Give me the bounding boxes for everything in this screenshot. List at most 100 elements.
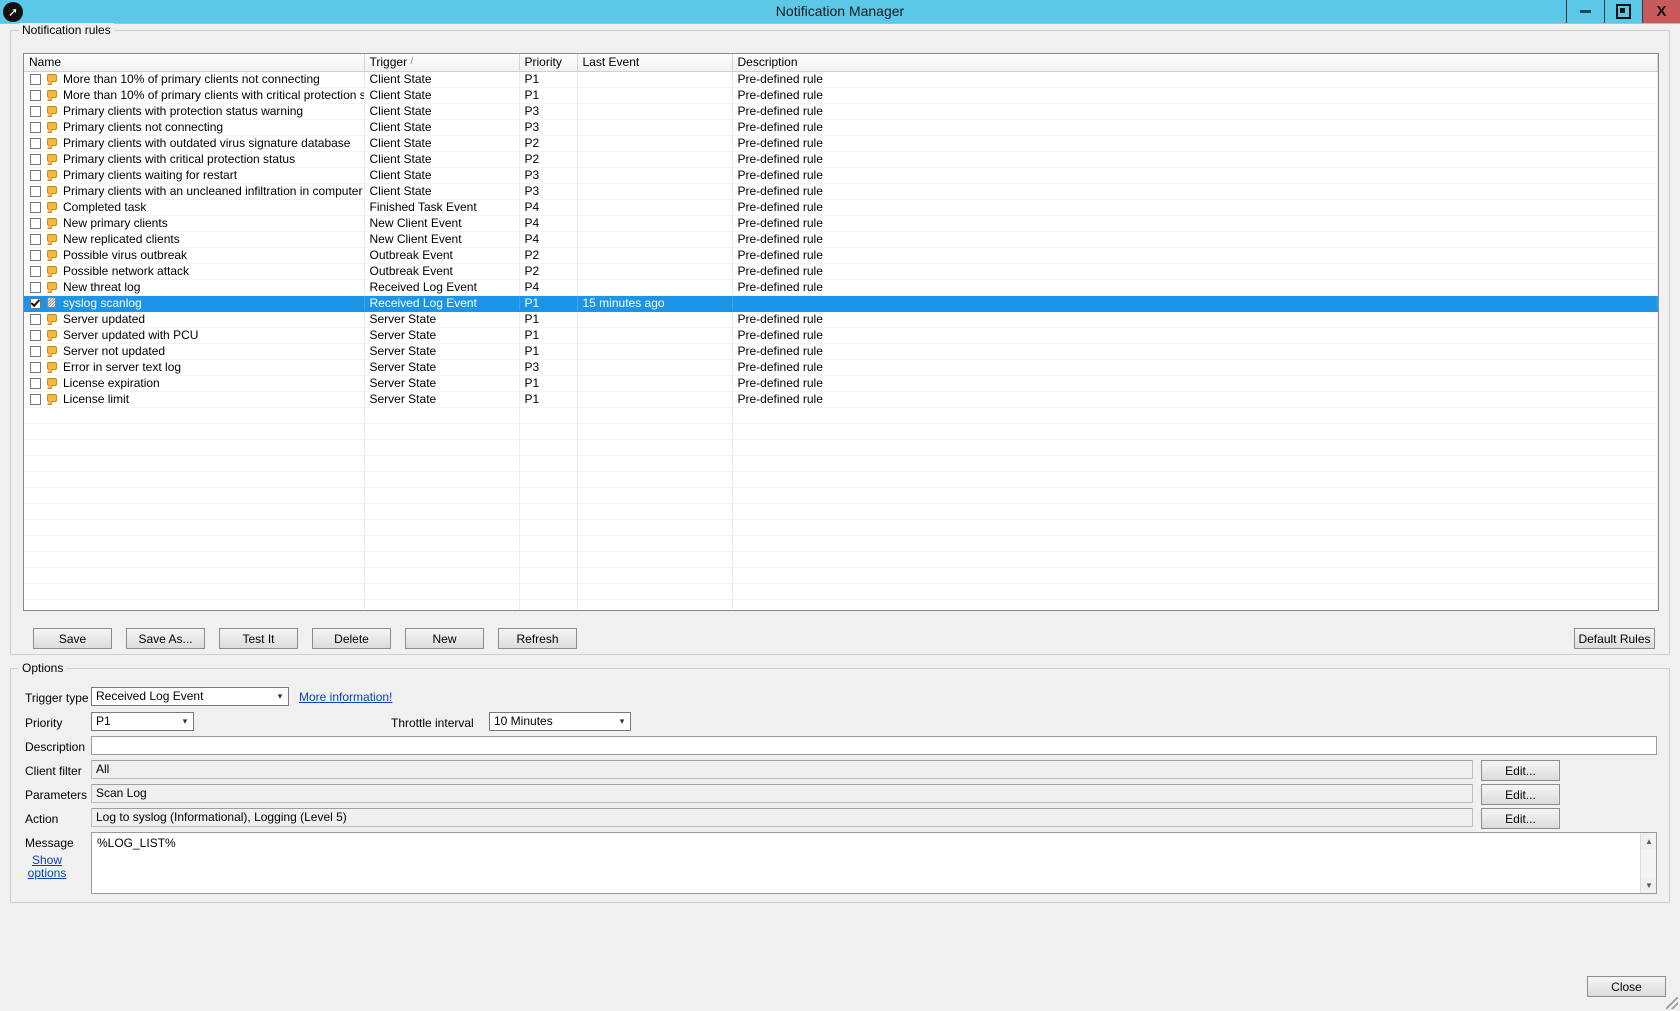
table-row[interactable]: New threat log Received Log Event P4 Pre-de… bbox=[24, 279, 1658, 296]
scroll-up-icon[interactable]: ▲ bbox=[1641, 833, 1656, 849]
column-header-trigger[interactable]: Trigger / bbox=[364, 54, 520, 72]
action-edit-button[interactable]: Edit... bbox=[1481, 808, 1560, 829]
minimize-icon[interactable] bbox=[1566, 0, 1604, 23]
rule-enabled-checkbox[interactable] bbox=[30, 233, 41, 245]
cell-name: Completed task bbox=[24, 199, 365, 216]
rule-enabled-checkbox[interactable] bbox=[30, 153, 41, 165]
close-icon[interactable]: X bbox=[1642, 0, 1680, 23]
save-button[interactable]: Save bbox=[33, 628, 112, 649]
table-row[interactable]: Primary clients with outdated virus sign… bbox=[24, 135, 1658, 152]
rule-enabled-checkbox[interactable] bbox=[30, 201, 41, 213]
rule-enabled-checkbox[interactable] bbox=[30, 73, 41, 85]
client-filter-value-box[interactable]: All bbox=[91, 760, 1473, 779]
table-row[interactable]: Server updated Server State P1 Pre-defined … bbox=[24, 311, 1658, 328]
column-header-last-event[interactable]: Last Event bbox=[577, 54, 733, 72]
table-row[interactable]: Completed task Finished Task Event P4 Pre-d… bbox=[24, 199, 1658, 216]
message-scrollbar[interactable]: ▲ ▼ bbox=[1640, 833, 1656, 893]
more-information-link[interactable]: More information! bbox=[299, 690, 392, 704]
rules-table-container[interactable]: Name Trigger / Priority Last Event Descr… bbox=[23, 53, 1659, 611]
table-row[interactable]: Primary clients waiting for restart Clien… bbox=[24, 167, 1658, 184]
column-header-priority[interactable]: Priority bbox=[519, 54, 578, 72]
column-header-name[interactable]: Name bbox=[24, 54, 365, 72]
table-row[interactable]: Primary clients with critical protection… bbox=[24, 151, 1658, 168]
table-row-empty[interactable] bbox=[24, 567, 1658, 584]
rule-name-label: License limit bbox=[63, 392, 130, 406]
table-row[interactable]: Possible network attack Outbreak Event P2 P… bbox=[24, 263, 1658, 280]
table-row-empty[interactable] bbox=[24, 455, 1658, 472]
table-row[interactable]: New primary clients New Client Event P4 Pre… bbox=[24, 215, 1658, 232]
table-row-empty[interactable] bbox=[24, 535, 1658, 552]
description-input[interactable] bbox=[91, 736, 1657, 755]
parameters-edit-button[interactable]: Edit... bbox=[1481, 784, 1560, 805]
rules-table-header: Name Trigger / Priority Last Event Descr… bbox=[24, 54, 1658, 72]
rule-enabled-checkbox[interactable] bbox=[30, 345, 41, 357]
table-row[interactable]: License limit Server State P1 Pre-defined r… bbox=[24, 391, 1658, 408]
rule-enabled-checkbox[interactable] bbox=[30, 377, 41, 389]
save-as-button[interactable]: Save As... bbox=[126, 628, 205, 649]
cell-empty bbox=[364, 503, 520, 520]
cell-priority: P2 bbox=[519, 151, 578, 168]
scroll-down-icon[interactable]: ▼ bbox=[1641, 877, 1656, 893]
cell-empty bbox=[577, 471, 733, 488]
message-value: %LOG_LIST% bbox=[97, 836, 176, 850]
rule-enabled-checkbox[interactable] bbox=[30, 297, 41, 309]
close-button[interactable]: Close bbox=[1587, 976, 1666, 997]
table-row[interactable]: Possible virus outbreak Outbreak Event P2 P… bbox=[24, 247, 1658, 264]
rule-enabled-checkbox[interactable] bbox=[30, 265, 41, 277]
table-row[interactable]: Server not updated Server State P1 Pre-defi… bbox=[24, 343, 1658, 360]
table-row-empty[interactable] bbox=[24, 599, 1658, 610]
table-row-empty[interactable] bbox=[24, 487, 1658, 504]
table-row[interactable]: Primary clients not connecting Client Sta… bbox=[24, 119, 1658, 136]
table-row-empty[interactable] bbox=[24, 471, 1658, 488]
resize-grip-icon[interactable] bbox=[1666, 997, 1678, 1009]
client-filter-edit-button[interactable]: Edit... bbox=[1481, 760, 1560, 781]
refresh-button[interactable]: Refresh bbox=[498, 628, 577, 649]
rule-enabled-checkbox[interactable] bbox=[30, 121, 41, 133]
cell-empty bbox=[577, 455, 733, 472]
rule-enabled-checkbox[interactable] bbox=[30, 137, 41, 149]
table-row-empty[interactable] bbox=[24, 551, 1658, 568]
table-row[interactable]: More than 10% of primary clients with cr… bbox=[24, 87, 1658, 104]
rule-enabled-checkbox[interactable] bbox=[30, 185, 41, 197]
table-row-empty[interactable] bbox=[24, 583, 1658, 600]
table-row[interactable]: Primary clients with an uncleaned infilt… bbox=[24, 183, 1658, 200]
rule-enabled-checkbox[interactable] bbox=[30, 249, 41, 261]
rule-enabled-checkbox[interactable] bbox=[30, 393, 41, 405]
rule-enabled-checkbox[interactable] bbox=[30, 281, 41, 293]
rule-enabled-checkbox[interactable] bbox=[30, 217, 41, 229]
test-it-button[interactable]: Test It bbox=[219, 628, 298, 649]
cell-name: Possible network attack bbox=[24, 263, 365, 280]
cell-last-event bbox=[577, 119, 733, 136]
rule-enabled-checkbox[interactable] bbox=[30, 169, 41, 181]
table-row[interactable]: Server updated with PCU Server State P1 Pre… bbox=[24, 327, 1658, 344]
table-row[interactable]: License expiration Server State P1 Pre-defi… bbox=[24, 375, 1658, 392]
maximize-icon[interactable] bbox=[1604, 0, 1642, 23]
table-row[interactable]: More than 10% of primary clients not con… bbox=[24, 71, 1658, 88]
throttle-interval-select[interactable]: 10 Minutes ▾ bbox=[489, 712, 631, 731]
default-rules-button[interactable]: Default Rules bbox=[1574, 628, 1655, 649]
column-header-description[interactable]: Description bbox=[732, 54, 1658, 72]
table-row-empty[interactable] bbox=[24, 407, 1658, 424]
table-row[interactable]: New replicated clients New Client Event P4… bbox=[24, 231, 1658, 248]
trigger-type-select[interactable]: Received Log Event ▾ bbox=[91, 687, 289, 706]
message-textarea[interactable]: %LOG_LIST% ▲ ▼ bbox=[91, 832, 1657, 894]
action-value-box[interactable]: Log to syslog (Informational), Logging (… bbox=[91, 808, 1473, 827]
table-row-empty[interactable] bbox=[24, 423, 1658, 440]
priority-select[interactable]: P1 ▾ bbox=[91, 712, 194, 731]
delete-button[interactable]: Delete bbox=[312, 628, 391, 649]
table-row[interactable]: Primary clients with protection status w… bbox=[24, 103, 1658, 120]
rule-enabled-checkbox[interactable] bbox=[30, 89, 41, 101]
table-row-empty[interactable] bbox=[24, 503, 1658, 520]
rule-enabled-checkbox[interactable] bbox=[30, 105, 41, 117]
table-row-empty[interactable] bbox=[24, 519, 1658, 536]
rule-enabled-checkbox[interactable] bbox=[30, 313, 41, 325]
show-options-link[interactable]: Show options bbox=[25, 854, 69, 880]
new-button[interactable]: New bbox=[405, 628, 484, 649]
table-row-empty[interactable] bbox=[24, 439, 1658, 456]
rule-enabled-checkbox[interactable] bbox=[30, 329, 41, 341]
rule-name-label: New replicated clients bbox=[63, 232, 180, 246]
parameters-value-box[interactable]: Scan Log bbox=[91, 784, 1473, 803]
table-row[interactable]: syslog scanlog Received Log Event P1 15 min… bbox=[24, 295, 1658, 312]
rule-enabled-checkbox[interactable] bbox=[30, 361, 41, 373]
table-row[interactable]: Error in server text log Server State P3 Pr… bbox=[24, 359, 1658, 376]
